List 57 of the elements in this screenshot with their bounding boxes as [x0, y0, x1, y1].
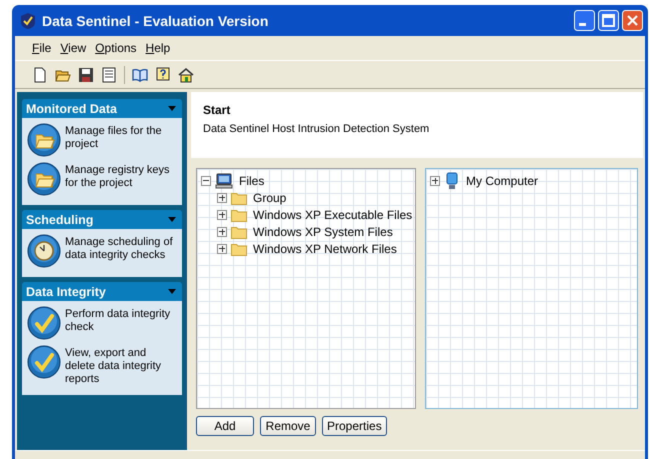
task-link[interactable]: View, export and delete data integrity reports [65, 345, 178, 386]
folder-icon [231, 224, 247, 238]
tree-item[interactable]: Windows XP Executable Files [251, 208, 412, 222]
collapse-icon[interactable] [168, 289, 176, 294]
check-icon[interactable] [27, 345, 61, 379]
menu-item[interactable]: Options [95, 41, 137, 55]
section-header[interactable]: Data Integrity [22, 282, 182, 301]
page-subtitle: Data Sentinel Host Intrusion Detection System [203, 123, 430, 135]
section-title: Data Integrity [26, 284, 106, 298]
tree-item[interactable]: Files [237, 174, 264, 188]
minimize-button[interactable] [574, 10, 595, 31]
monitor-icon [444, 172, 460, 190]
home-icon[interactable] [178, 66, 194, 82]
folder-icon[interactable] [27, 162, 61, 196]
section-header[interactable]: Scheduling [22, 210, 182, 229]
section-title: Monitored Data [26, 102, 117, 116]
menu-item[interactable]: View [60, 41, 86, 55]
folder-icon [231, 208, 247, 222]
collapse-icon[interactable] [168, 106, 176, 111]
expander-icon[interactable] [217, 244, 227, 254]
computer-icon [215, 172, 233, 188]
book-icon[interactable] [132, 66, 148, 82]
action-button[interactable]: Remove [260, 416, 316, 436]
menu-item[interactable]: File [32, 41, 52, 55]
window-title: Data Sentinel - Evaluation Version [42, 12, 268, 28]
section-title: Scheduling [26, 212, 94, 226]
close-button[interactable] [622, 10, 643, 31]
tree-item[interactable]: Windows XP Network Files [251, 242, 397, 256]
page-title: Start [203, 103, 232, 117]
collapse-icon[interactable] [168, 217, 176, 222]
menu-item[interactable]: Help [146, 41, 170, 55]
maximize-button[interactable] [598, 10, 619, 31]
expander-icon[interactable] [217, 210, 227, 220]
tree-item[interactable]: Group [251, 190, 286, 204]
tree-item[interactable]: Windows XP System Files [251, 224, 393, 238]
task-link[interactable]: Manage scheduling of data integrity checks [65, 234, 178, 262]
clock-icon[interactable] [27, 234, 61, 268]
tree-item[interactable]: My Computer [464, 174, 538, 188]
expander-icon[interactable] [217, 192, 227, 202]
folder-icon [231, 242, 247, 256]
task-link[interactable]: Perform data integrity check [65, 306, 178, 334]
task-link[interactable]: Manage registry keys for the project [65, 162, 178, 190]
check-icon[interactable] [27, 306, 61, 340]
document-icon[interactable] [101, 66, 117, 82]
action-button[interactable]: Add [196, 416, 254, 436]
folder-icon [231, 190, 247, 204]
app-logo-icon [19, 12, 37, 30]
new-document-icon[interactable] [32, 66, 48, 82]
save-icon[interactable] [78, 66, 94, 82]
task-link[interactable]: Manage files for the project [65, 123, 178, 151]
expander-icon[interactable] [217, 226, 227, 236]
expander-icon[interactable] [430, 176, 440, 186]
folder-icon[interactable] [27, 123, 61, 157]
action-button[interactable]: Properties [322, 416, 387, 436]
help-icon[interactable] [155, 66, 171, 82]
section-header[interactable]: Monitored Data [22, 99, 182, 118]
expander-icon[interactable] [201, 176, 211, 186]
